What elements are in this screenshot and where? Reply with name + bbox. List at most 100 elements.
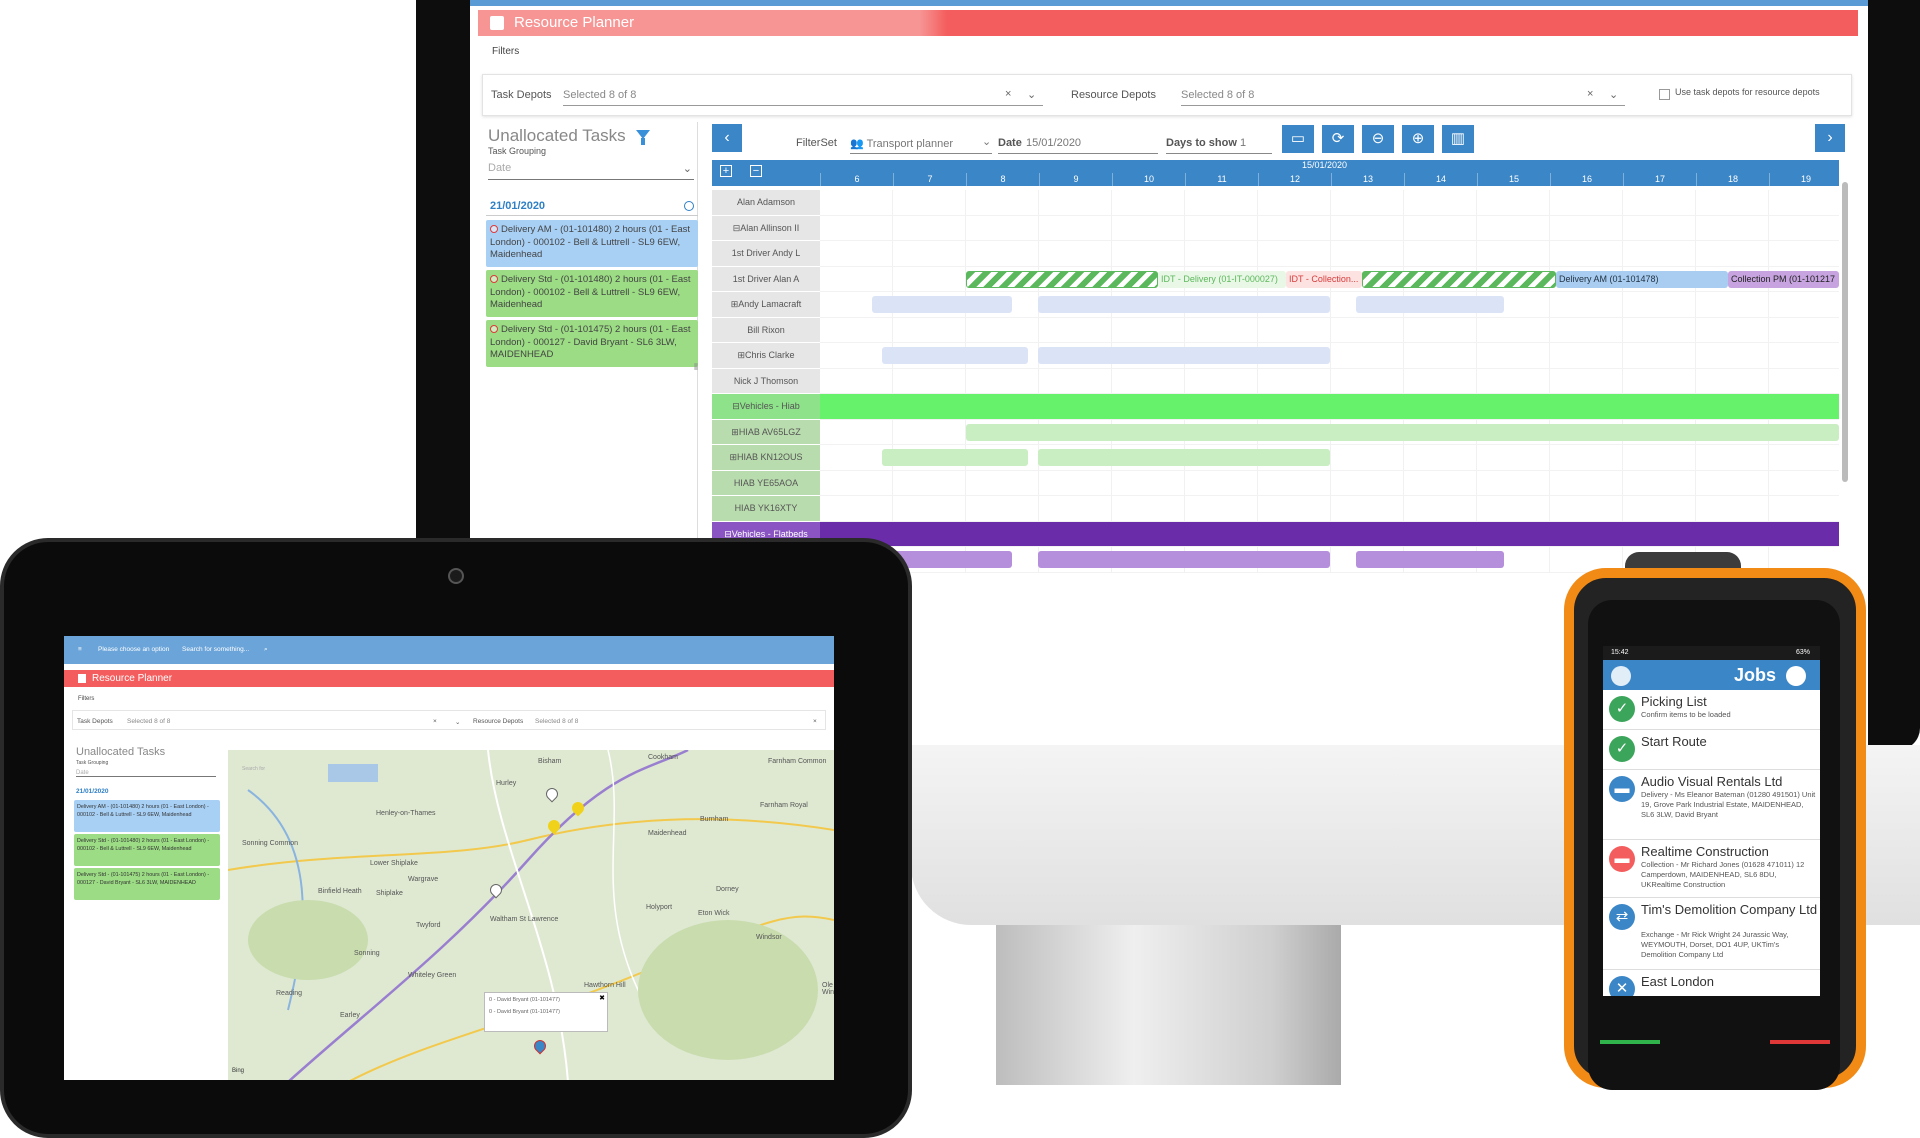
- use-task-depots-checkbox[interactable]: [1659, 89, 1670, 100]
- map-popup[interactable]: 0 - David Bryant (01-101477) 0 - David B…: [484, 992, 608, 1032]
- task-card[interactable]: Delivery Std - (01-101475) 2 hours (01 -…: [486, 320, 698, 367]
- resource-row[interactable]: Bill Rixon: [712, 317, 1839, 343]
- task-card[interactable]: Delivery AM - (01-101480) 2 hours (01 - …: [486, 220, 698, 267]
- route-map[interactable]: Bisham Cookham Farnham Common Hurley Henley-…: [228, 750, 834, 1080]
- tablet-clear-icon[interactable]: ×: [813, 718, 817, 725]
- schedule-bar[interactable]: [882, 347, 1028, 364]
- schedule-bar[interactable]: [966, 270, 1158, 288]
- resource-timeline[interactable]: [820, 292, 1839, 318]
- schedule-bar[interactable]: IDT - Delivery (01-IT-000027): [1158, 270, 1286, 288]
- resource-depots-clear-icon[interactable]: ×: [1587, 88, 1593, 100]
- prev-button[interactable]: ‹: [712, 124, 742, 152]
- date-group-header[interactable]: 21/01/2020: [486, 196, 698, 216]
- tablet-date-select[interactable]: Date: [76, 770, 216, 777]
- resource-row[interactable]: ⊟Vehicles - Hiab: [712, 394, 1839, 420]
- resource-timeline[interactable]: [820, 215, 1839, 241]
- resource-timeline[interactable]: [820, 368, 1839, 394]
- job-list-item[interactable]: ✕ East London: [1603, 970, 1820, 996]
- vertical-scrollbar[interactable]: [1842, 182, 1848, 482]
- chat-icon[interactable]: [1786, 666, 1806, 686]
- job-list-item[interactable]: ▬ Audio Visual Rentals Ltd Delivery - Ms E…: [1603, 770, 1820, 840]
- app-logo-icon[interactable]: [1611, 666, 1631, 686]
- job-list-item[interactable]: ✓ Start Route: [1603, 730, 1820, 770]
- menu-icon[interactable]: ≡: [78, 646, 82, 653]
- date-grouping-select[interactable]: Date ⌄: [488, 162, 694, 180]
- filters-label[interactable]: Filters: [492, 46, 519, 57]
- schedule-bar[interactable]: [1038, 347, 1330, 364]
- task-card[interactable]: Delivery Std - (01-101480) 2 hours (01 -…: [486, 270, 698, 317]
- schedule-bar[interactable]: IDT - Collection...: [1286, 270, 1362, 288]
- job-list-item[interactable]: ✓ Picking List Confirm items to be loaded: [1603, 690, 1820, 730]
- schedule-bar[interactable]: [1362, 270, 1556, 288]
- chevron-down-icon[interactable]: ⌄: [1027, 88, 1036, 101]
- tablet-resource-depots-select[interactable]: Selected 8 of 8: [535, 718, 578, 725]
- resource-timeline[interactable]: [820, 394, 1839, 420]
- schedule-bar[interactable]: [1356, 296, 1504, 313]
- call-button[interactable]: [1600, 1040, 1660, 1044]
- resource-timeline[interactable]: [820, 521, 1839, 547]
- resource-row[interactable]: ⊟Alan Allinson II: [712, 215, 1839, 241]
- resource-row[interactable]: HIAB YK16XTY: [712, 496, 1839, 522]
- job-list-item[interactable]: ▬ Realtime Construction Collection - Mr Ri…: [1603, 840, 1820, 898]
- resource-row[interactable]: Alan Adamson: [712, 190, 1839, 216]
- chevron-down-icon[interactable]: ⌄: [1609, 88, 1618, 101]
- schedule-bar[interactable]: [1038, 296, 1330, 313]
- tablet-task-depots-select[interactable]: Selected 8 of 8: [127, 718, 170, 725]
- tablet-filters-label[interactable]: Filters: [78, 696, 94, 702]
- search-input[interactable]: Search for something...: [182, 646, 249, 653]
- resource-row[interactable]: ⊞HIAB AV65LGZ: [712, 419, 1839, 445]
- schedule-bar[interactable]: Delivery AM (01-101478): [1556, 270, 1728, 288]
- close-icon[interactable]: ✖: [599, 994, 605, 1002]
- search-icon[interactable]: ⌕: [264, 646, 268, 654]
- resource-timeline[interactable]: [820, 317, 1839, 343]
- resource-row[interactable]: HIAB YE65AOA: [712, 470, 1839, 496]
- task-depots-clear-icon[interactable]: ×: [1005, 88, 1011, 100]
- resource-depots-select[interactable]: Selected 8 of 8: [1181, 89, 1254, 101]
- resize-handle-icon[interactable]: ⦀: [694, 362, 698, 373]
- calendar-button[interactable]: ▭: [1282, 125, 1314, 153]
- collapse-all-icon[interactable]: −: [750, 165, 762, 177]
- job-list-item[interactable]: ⇄ Tim's Demolition Company Ltd Exchange - …: [1603, 898, 1820, 970]
- option-select[interactable]: Please choose an option: [98, 646, 169, 653]
- zoom-in-button[interactable]: ⊕: [1402, 125, 1434, 153]
- chevron-down-icon[interactable]: ⌄: [982, 135, 991, 148]
- resource-timeline[interactable]: [820, 470, 1839, 496]
- refresh-button[interactable]: ⟳: [1322, 125, 1354, 153]
- resource-timeline[interactable]: [820, 445, 1839, 471]
- chevron-down-icon[interactable]: ⌄: [455, 718, 460, 726]
- tablet-task-card[interactable]: Delivery AM - (01-101480) 2 hours (01 - …: [74, 800, 220, 832]
- filter-icon[interactable]: [636, 130, 650, 145]
- zoom-out-button[interactable]: ⊖: [1362, 125, 1394, 153]
- schedule-bar[interactable]: [1356, 551, 1504, 568]
- resource-timeline[interactable]: [820, 419, 1839, 445]
- resource-row[interactable]: 1st Driver Andy L: [712, 241, 1839, 267]
- tablet-task-card[interactable]: Delivery Std - (01-101480) 2 hours (01 -…: [74, 834, 220, 866]
- collapse-icon[interactable]: [684, 201, 694, 211]
- resource-row[interactable]: ⊞Andy Lamacraft: [712, 292, 1839, 318]
- map-button[interactable]: ▥: [1442, 125, 1474, 153]
- resource-timeline[interactable]: IDT - Delivery (01-IT-000027) IDT - Colle…: [820, 266, 1839, 292]
- tablet-group-date[interactable]: 21/01/2020: [76, 788, 109, 795]
- task-depots-select[interactable]: Selected 8 of 8: [563, 89, 636, 101]
- schedule-bar[interactable]: Collection PM (01-101217: [1728, 270, 1839, 288]
- map-search-box[interactable]: [328, 764, 378, 782]
- schedule-bar[interactable]: [1038, 449, 1330, 466]
- days-to-show-input[interactable]: 1: [1240, 137, 1246, 149]
- resource-timeline[interactable]: [820, 343, 1839, 369]
- schedule-bar[interactable]: [882, 449, 1028, 466]
- tablet-clear-icon[interactable]: ×: [433, 718, 437, 725]
- resource-row[interactable]: Nick J Thomson: [712, 368, 1839, 394]
- schedule-bar[interactable]: [1038, 551, 1330, 568]
- filterset-select[interactable]: 👥 Transport planner: [850, 137, 953, 150]
- resource-timeline[interactable]: [820, 190, 1839, 216]
- tablet-task-card[interactable]: Delivery Std - (01-101475) 2 hours (01 -…: [74, 868, 220, 900]
- resource-timeline[interactable]: [820, 241, 1839, 267]
- resource-row[interactable]: ⊞Chris Clarke: [712, 343, 1839, 369]
- date-input[interactable]: 15/01/2020: [1026, 137, 1081, 149]
- end-call-button[interactable]: [1770, 1040, 1830, 1044]
- resource-row[interactable]: ⊞HIAB KN12OUS: [712, 445, 1839, 471]
- resource-row[interactable]: 1st Driver Alan A IDT - Delivery (01-IT-0…: [712, 266, 1839, 292]
- next-button[interactable]: ›: [1815, 124, 1845, 152]
- resource-timeline[interactable]: [820, 496, 1839, 522]
- expand-all-icon[interactable]: +: [720, 165, 732, 177]
